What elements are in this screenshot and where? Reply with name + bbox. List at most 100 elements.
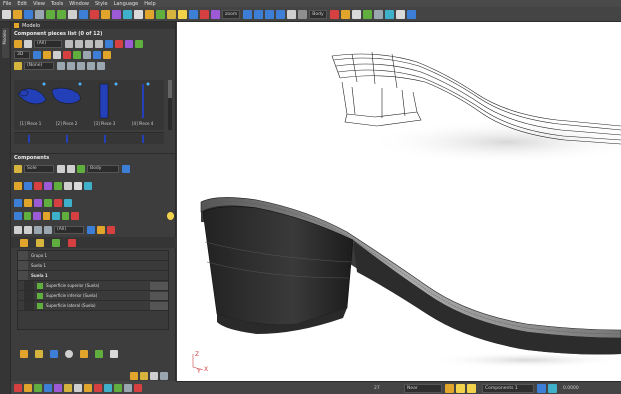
menu-style[interactable]: Style [95, 1, 108, 7]
tool-7-icon[interactable] [74, 181, 82, 190]
b8-icon[interactable] [84, 383, 92, 392]
b10-icon[interactable] [104, 383, 112, 392]
select-icon[interactable] [68, 9, 77, 19]
piece-1-thumb[interactable] [17, 82, 47, 105]
option-d-icon[interactable] [87, 61, 95, 70]
window-icon[interactable] [395, 9, 405, 19]
tool-17-icon[interactable] [33, 211, 41, 220]
tool-19-icon[interactable] [52, 211, 60, 220]
bones-icon[interactable] [351, 9, 361, 19]
wireframe-sole[interactable] [331, 51, 621, 164]
tree-row[interactable]: Suela 1 [18, 271, 168, 281]
b3-icon[interactable] [34, 383, 42, 392]
b4-icon[interactable] [44, 383, 52, 392]
tool-a-icon[interactable] [20, 349, 28, 358]
none-select[interactable]: (None) [24, 61, 54, 70]
tree-row[interactable]: Superficie inferior (Suela) [18, 291, 168, 301]
pieces-filter-select[interactable]: (All) [34, 39, 62, 48]
component-select[interactable]: Components 1 [482, 383, 534, 393]
tool-20-icon[interactable] [61, 211, 69, 220]
tool-9-icon[interactable] [14, 198, 22, 207]
layer-icon[interactable] [156, 9, 165, 19]
menu-help[interactable]: Help [144, 1, 155, 7]
save-icon[interactable] [24, 9, 33, 19]
redo-icon[interactable] [57, 9, 66, 19]
render-icon[interactable] [200, 9, 209, 19]
b5-icon[interactable] [54, 383, 62, 392]
tool-g-icon[interactable] [110, 349, 118, 358]
print-icon[interactable] [35, 9, 44, 19]
tool-6-icon[interactable] [64, 181, 72, 190]
option-e-icon[interactable] [97, 61, 105, 70]
tree-row[interactable]: Suela 1 [18, 261, 168, 271]
view-f-icon[interactable] [83, 50, 91, 59]
view-b-icon[interactable] [43, 50, 51, 59]
piece-3-thumb[interactable] [99, 82, 118, 119]
tool-21-icon[interactable] [71, 211, 79, 220]
prev-icon[interactable] [75, 39, 83, 48]
view-toggle-b-icon[interactable] [67, 164, 75, 173]
apply-icon[interactable] [122, 164, 130, 173]
list-view-icon[interactable] [24, 39, 32, 48]
b13-icon[interactable] [134, 383, 142, 392]
body-select[interactable]: Body [87, 164, 119, 173]
tree-row[interactable]: Superficie lateral (Suela) [18, 301, 168, 311]
export-icon[interactable] [362, 9, 372, 19]
sole-select[interactable]: Sole [24, 164, 54, 173]
light-icon[interactable] [178, 9, 187, 19]
view-a-icon[interactable] [33, 50, 41, 59]
b9-icon[interactable] [94, 383, 102, 392]
top-view-icon[interactable] [265, 9, 275, 19]
b7-icon[interactable] [74, 383, 82, 392]
color-icon[interactable] [329, 9, 339, 19]
open-folder-icon[interactable] [13, 9, 22, 19]
body-select[interactable]: Body [309, 9, 327, 19]
piece-2-thumb[interactable] [51, 82, 82, 104]
b2-icon[interactable] [24, 383, 32, 392]
tree-row[interactable]: Superficie superior (Suela) [18, 281, 168, 291]
tool-4-icon[interactable] [44, 181, 52, 190]
shaded-icon[interactable] [298, 9, 308, 19]
tree-filter-select[interactable]: (All) [54, 225, 84, 234]
undo-icon[interactable] [46, 9, 55, 19]
menu-file[interactable]: File [3, 1, 11, 7]
tool-5-icon[interactable] [54, 181, 62, 190]
snap-icon[interactable] [123, 9, 132, 19]
footer-b-icon[interactable] [140, 371, 148, 380]
texture-icon[interactable] [340, 9, 350, 19]
side-view-icon[interactable] [254, 9, 264, 19]
status-a-icon[interactable] [537, 383, 546, 393]
tool-1-icon[interactable] [14, 181, 22, 190]
option-a-icon[interactable] [57, 61, 65, 70]
note-icon[interactable] [456, 383, 465, 393]
menu-view[interactable]: View [33, 1, 45, 7]
help-icon[interactable] [406, 9, 416, 19]
add-piece-icon[interactable] [105, 39, 113, 48]
tool-10-icon[interactable] [24, 198, 32, 207]
b6-icon[interactable] [64, 383, 72, 392]
next-icon[interactable] [85, 39, 93, 48]
tool-11-icon[interactable] [34, 198, 42, 207]
menu-tools[interactable]: Tools [51, 1, 63, 7]
view-c-icon[interactable] [53, 50, 61, 59]
pieces-scrollbar[interactable] [168, 80, 172, 130]
option-b-icon[interactable] [67, 61, 75, 70]
iso-view-icon[interactable] [276, 9, 286, 19]
b1-icon[interactable] [14, 383, 22, 392]
refresh-icon[interactable] [135, 39, 143, 48]
footer-a-icon[interactable] [130, 371, 138, 380]
filter-a-icon[interactable] [87, 225, 95, 234]
3d-viewport[interactable]: Z X Y [177, 22, 621, 381]
arrow-up-icon[interactable] [14, 225, 22, 234]
b12-icon[interactable] [124, 383, 132, 392]
view-g-icon[interactable] [93, 50, 101, 59]
grid-view-icon[interactable] [14, 39, 22, 48]
front-view-icon[interactable] [243, 9, 253, 19]
mirror-icon[interactable] [112, 9, 121, 19]
palette-icon[interactable] [68, 238, 76, 247]
edit-piece-icon[interactable] [125, 39, 133, 48]
rotate-icon[interactable] [90, 9, 99, 19]
tool-2-icon[interactable] [24, 181, 32, 190]
settings-icon[interactable] [373, 9, 383, 19]
tool-d-icon[interactable] [65, 349, 73, 358]
